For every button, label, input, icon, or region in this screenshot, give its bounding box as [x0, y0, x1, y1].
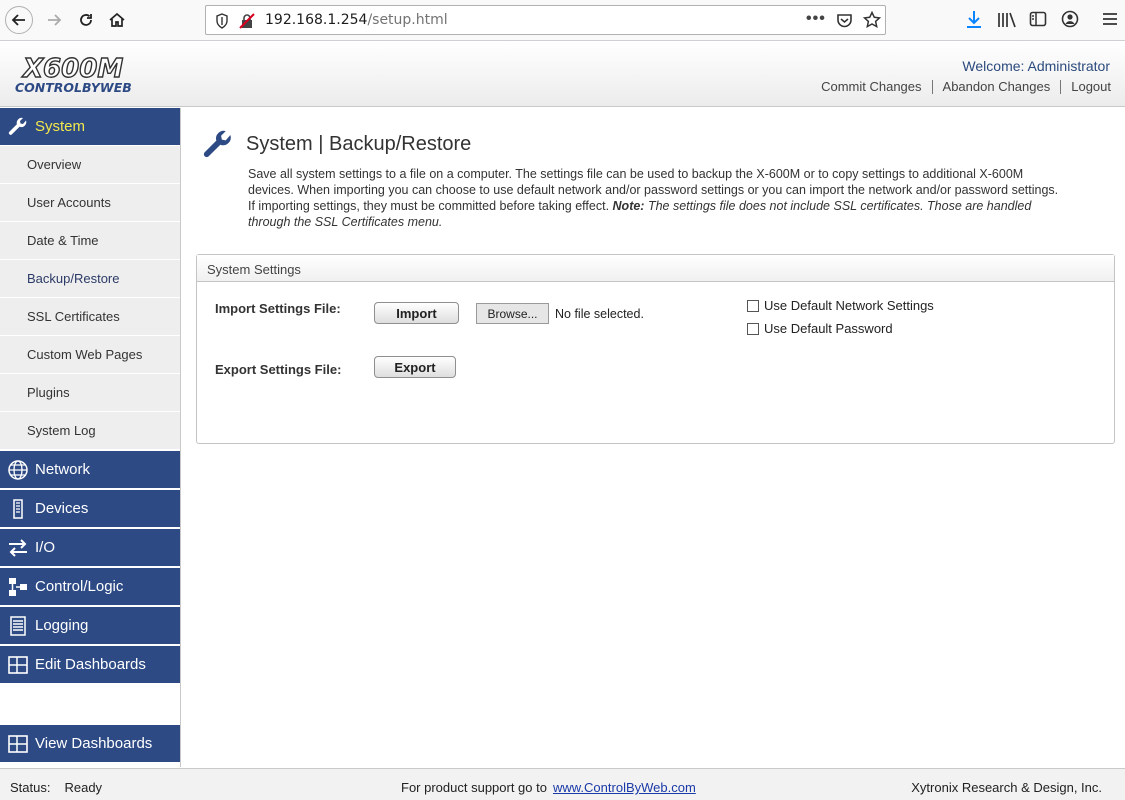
main-content: System | Backup/Restore Save all system …: [181, 108, 1125, 767]
browser-toolbar: 192.168.1.254/setup.html •••: [0, 0, 1125, 41]
dashboard-icon: [0, 733, 35, 755]
pocket-icon[interactable]: [836, 12, 853, 29]
reload-icon: [80, 14, 92, 26]
bookmark-star-icon[interactable]: [863, 11, 881, 29]
browse-button[interactable]: Browse...: [476, 303, 549, 324]
submenu-item-date-time[interactable]: Date & Time: [0, 222, 180, 260]
wrench-icon: [0, 116, 35, 138]
forward-arrow-icon: [48, 14, 62, 26]
welcome-text: Welcome: Administrator: [962, 58, 1110, 74]
support-text: For product support go to: [401, 780, 547, 795]
device-icon: [0, 498, 35, 520]
home-icon: [109, 12, 125, 27]
sidebar-item-label: Logging: [35, 617, 89, 634]
default-network-checkbox[interactable]: Use Default Network Settings: [747, 298, 934, 313]
log-icon: [0, 615, 35, 637]
url-bar[interactable]: 192.168.1.254/setup.html •••: [205, 5, 886, 35]
arrows-icon: [0, 537, 35, 559]
library-icon[interactable]: [997, 10, 1017, 30]
flowchart-icon: [0, 576, 35, 598]
page-title: System | Backup/Restore: [246, 133, 472, 155]
home-button[interactable]: [103, 6, 131, 34]
sidebar-item-label: Edit Dashboards: [35, 656, 146, 673]
url-host: 192.168.1.254: [265, 12, 368, 28]
company-name: Xytronix Research & Design, Inc.: [911, 780, 1102, 795]
submenu-item-system-log[interactable]: System Log: [0, 412, 180, 450]
insecure-lock-icon[interactable]: [239, 13, 255, 29]
sidebar-item-label: View Dashboards: [35, 735, 153, 752]
page-description: Save all system settings to a file on a …: [248, 166, 1068, 230]
hamburger-menu-icon[interactable]: [1101, 10, 1119, 28]
sidebar-item-label: Control/Logic: [35, 578, 124, 595]
page-actions-menu[interactable]: •••: [806, 10, 826, 28]
sidebar: System Overview User Accounts Date & Tim…: [0, 108, 181, 767]
status-label: Status:: [10, 780, 51, 795]
support-area: For product support go to www.ControlByWe…: [401, 780, 696, 795]
wrench-icon: [203, 130, 231, 158]
support-link[interactable]: www.ControlByWeb.com: [553, 780, 696, 795]
import-button[interactable]: Import: [374, 302, 459, 324]
commit-changes-link[interactable]: Commit Changes: [811, 79, 931, 94]
system-settings-panel: System Settings Import Settings File: Im…: [196, 254, 1115, 444]
account-icon[interactable]: [1061, 10, 1079, 28]
checkbox-label: Use Default Network Settings: [764, 298, 934, 313]
status-bar: Status: Ready For product support go to ww…: [0, 768, 1125, 800]
export-button[interactable]: Export: [374, 356, 456, 378]
controlbyweb-logo: X600M CONTROLBYWEB: [15, 53, 132, 95]
sidebar-item-label: Devices: [35, 500, 89, 517]
sidebar-item-label: Network: [35, 461, 91, 478]
globe-icon: [0, 459, 35, 481]
sidebar-item-devices[interactable]: Devices: [0, 490, 180, 528]
file-status: No file selected.: [555, 307, 644, 321]
sidebar-item-view-dashboards[interactable]: View Dashboards: [0, 725, 180, 763]
submenu-item-custom-web-pages[interactable]: Custom Web Pages: [0, 336, 180, 374]
sidebar-item-edit-dashboards[interactable]: Edit Dashboards: [0, 646, 180, 684]
status-area: Status: Ready: [10, 780, 102, 795]
submenu-item-user-accounts[interactable]: User Accounts: [0, 184, 180, 222]
back-arrow-icon: [11, 14, 25, 26]
shield-icon[interactable]: [215, 13, 229, 29]
app-header: X600M CONTROLBYWEB Welcome: Administrato…: [0, 41, 1125, 107]
export-label: Export Settings File:: [215, 362, 342, 377]
svg-text:CONTROLBYWEB: CONTROLBYWEB: [15, 80, 132, 95]
forward-button[interactable]: [40, 6, 68, 34]
sidebar-item-label: System: [35, 118, 86, 135]
checkbox-box[interactable]: [747, 322, 759, 335]
checkbox-box[interactable]: [747, 299, 759, 312]
panel-title: System Settings: [197, 255, 1114, 282]
dashboard-icon: [0, 654, 35, 676]
note-label: Note:: [612, 199, 645, 213]
submenu-item-backup-restore[interactable]: Backup/Restore: [0, 260, 180, 298]
back-button[interactable]: [5, 6, 33, 34]
checkbox-label: Use Default Password: [764, 321, 893, 336]
url-path: /setup.html: [367, 12, 448, 28]
abandon-changes-link[interactable]: Abandon Changes: [933, 79, 1061, 94]
sidebar-item-system[interactable]: System: [0, 108, 180, 146]
submenu-item-ssl-certificates[interactable]: SSL Certificates: [0, 298, 180, 336]
status-value: Ready: [64, 780, 103, 795]
url-text[interactable]: 192.168.1.254/setup.html: [265, 12, 448, 28]
reload-button[interactable]: [72, 6, 100, 34]
sidebar-toggle-icon[interactable]: [1029, 10, 1047, 28]
header-links: Commit Changes Abandon Changes Logout: [811, 79, 1111, 94]
sidebar-item-network[interactable]: Network: [0, 451, 180, 489]
default-password-checkbox[interactable]: Use Default Password: [747, 321, 893, 336]
sidebar-item-control-logic[interactable]: Control/Logic: [0, 568, 180, 606]
sidebar-item-label: I/O: [35, 539, 56, 556]
sidebar-item-logging[interactable]: Logging: [0, 607, 180, 645]
submenu-item-overview[interactable]: Overview: [0, 146, 180, 184]
download-icon[interactable]: [965, 10, 983, 30]
logout-link[interactable]: Logout: [1061, 79, 1111, 94]
import-label: Import Settings File:: [215, 301, 341, 316]
submenu-item-plugins[interactable]: Plugins: [0, 374, 180, 412]
sidebar-item-io[interactable]: I/O: [0, 529, 180, 567]
